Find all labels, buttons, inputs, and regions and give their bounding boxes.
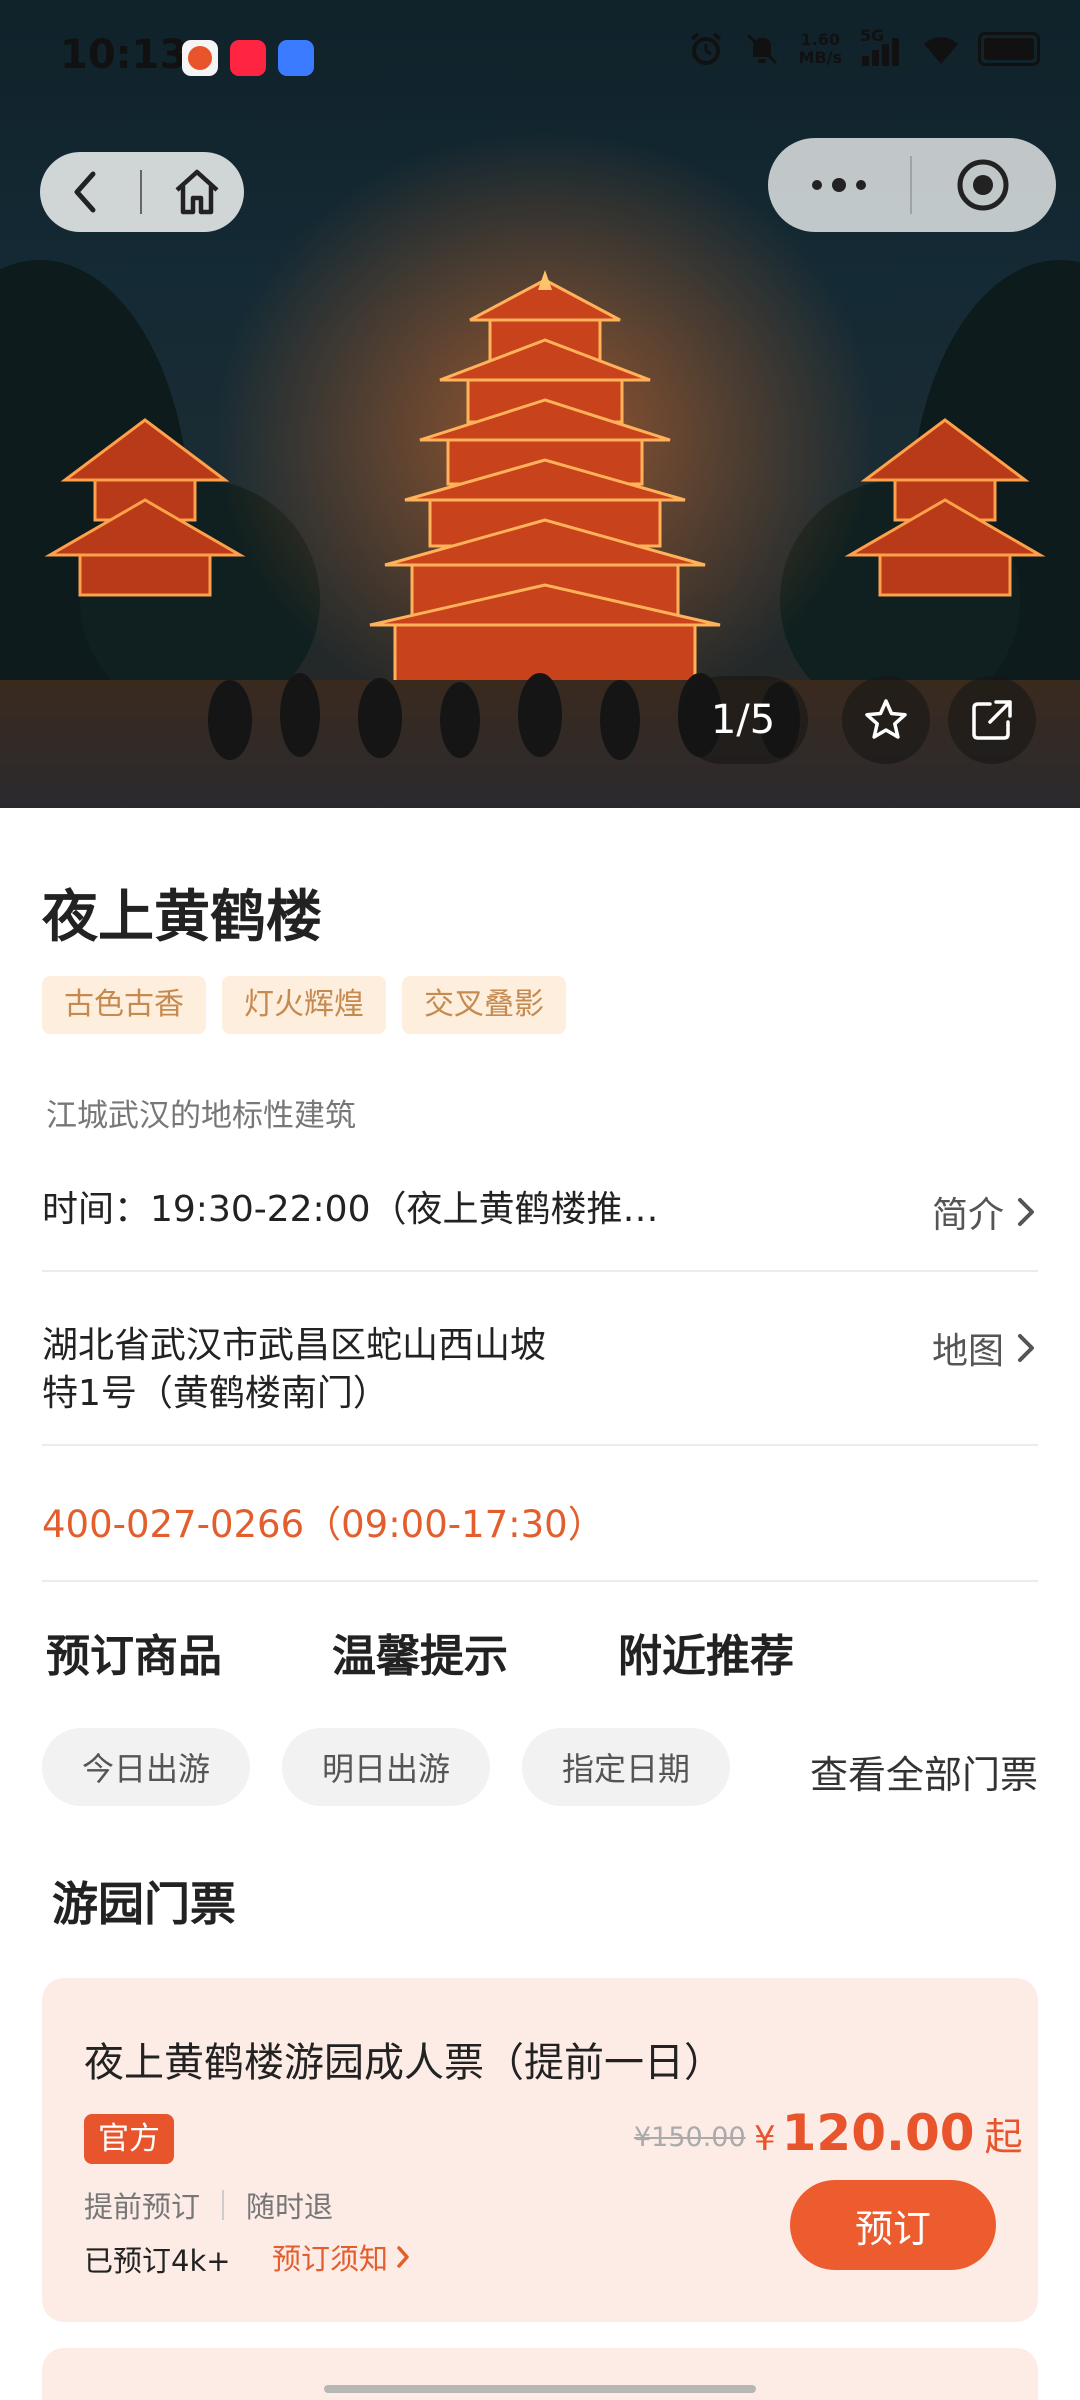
miniprogram-capsule (768, 138, 1056, 232)
home-button[interactable] (152, 152, 242, 232)
feature-refund-anytime: 随时退 (246, 2190, 334, 2224)
star-icon (865, 699, 907, 739)
home-icon (175, 169, 219, 215)
ticket-name: 夜上黄鹤楼游园成人票（提前一日） (84, 2040, 724, 2086)
image-counter: 1/5 (678, 676, 808, 764)
map-link-label: 地图 (931, 1331, 1004, 1372)
current-price: ¥ 120.00 起 (754, 2104, 1023, 2162)
tab-tips[interactable]: 温馨提示 (332, 1620, 508, 1684)
feature-advance-booking: 提前预订 (84, 2190, 201, 2224)
chevron-right-icon (1018, 1334, 1034, 1362)
yellow-crane-tower-night-photo (0, 130, 1080, 808)
book-button[interactable]: 预订 (790, 2180, 996, 2270)
currency-symbol: ¥ (754, 2119, 776, 2159)
booking-notice-link[interactable]: 预订须知 (272, 2236, 412, 2278)
more-menu-button[interactable] (768, 138, 910, 232)
original-price: ¥150.00 (634, 2122, 746, 2153)
app-notification-icon (182, 40, 218, 76)
opening-time: 时间：19:30-22:00（夜上黄鹤楼推… (42, 1189, 659, 1230)
time-row[interactable]: 时间：19:30-22:00（夜上黄鹤楼推… 简介 (42, 1186, 1038, 1236)
tag: 交叉叠影 (402, 976, 566, 1034)
price-value: 120.00 (781, 2104, 975, 2162)
intro-link[interactable]: 简介 (932, 1186, 1038, 1238)
wifi-icon (924, 37, 958, 64)
chevron-left-icon (74, 171, 96, 213)
mute-bell-icon (746, 33, 777, 65)
share-button[interactable] (948, 676, 1036, 764)
more-dots-icon (812, 178, 866, 192)
close-miniprogram-button[interactable] (912, 138, 1054, 232)
battery-icon (978, 32, 1040, 66)
divider (42, 1444, 1038, 1446)
tab-nearby[interactable]: 附近推荐 (618, 1620, 794, 1684)
nav-divider (140, 170, 142, 214)
section-tabs: 预订商品 温馨提示 附近推荐 (46, 1620, 904, 1684)
divider (42, 1580, 1038, 1582)
share-icon (972, 700, 1012, 740)
attraction-title: 夜上黄鹤楼 (42, 885, 322, 950)
address-line-1: 湖北省武汉市武昌区蛇山西山坡 (42, 1325, 547, 1366)
tag: 灯火辉煌 (222, 976, 386, 1034)
divider (42, 1270, 1038, 1272)
chip-today[interactable]: 今日出游 (42, 1728, 250, 1806)
address-row[interactable]: 湖北省武汉市武昌区蛇山西山坡 特1号（黄鹤楼南门） 地图 (42, 1322, 1038, 1418)
ticket-features: 提前预订 随时退 (84, 2184, 333, 2226)
signal-label: 5G (860, 26, 885, 45)
chevron-right-icon (397, 2246, 409, 2268)
tag: 古色古香 (42, 976, 206, 1034)
map-link[interactable]: 地图 (932, 1322, 1038, 1374)
home-indicator[interactable] (324, 2385, 756, 2393)
booking-notice-label: 预订须知 (272, 2242, 389, 2276)
back-button[interactable] (40, 152, 130, 232)
target-circle-icon (957, 159, 1009, 211)
status-time: 10:13 (60, 32, 188, 78)
nav-capsule (40, 152, 244, 232)
price-suffix: 起 (984, 2115, 1023, 2159)
net-speed-value: 1.60 (800, 30, 840, 49)
ticket-section-title: 游园门票 (52, 1877, 236, 1931)
xiaohongshu-notification-icon (230, 40, 266, 76)
signal-icon: 5G (860, 26, 904, 68)
favorite-button[interactable] (842, 676, 930, 764)
chevron-right-icon (1018, 1198, 1034, 1226)
phone-link[interactable]: 400-027-0266（09:00-17:30） (42, 1494, 605, 1548)
address-line-2: 特1号（黄鹤楼南门） (42, 1373, 389, 1414)
sold-count: 已预订4k+ (84, 2244, 231, 2278)
hero-image[interactable]: 10:13 1.60 MB/s 5G 1/5 (0, 0, 1080, 808)
ticket-card[interactable]: 夜上黄鹤楼游园成人票（提前一日） 官方 ¥150.00 ¥ 120.00 起 提… (42, 1978, 1038, 2322)
intro-link-label: 简介 (931, 1195, 1004, 1236)
chip-tomorrow[interactable]: 明日出游 (282, 1728, 490, 1806)
status-bar: 10:13 1.60 MB/s 5G (0, 0, 1080, 110)
net-speed-unit: MB/s (798, 48, 842, 67)
date-filter: 今日出游 明日出游 指定日期 (42, 1728, 730, 1806)
tag-list: 古色古香 灯火辉煌 交叉叠影 (42, 976, 566, 1034)
status-icons: 1.60 MB/s 5G (687, 26, 1040, 68)
tab-booking-products[interactable]: 预订商品 (46, 1620, 222, 1684)
attraction-subtitle: 江城武汉的地标性建筑 (46, 1098, 356, 1134)
net-speed: 1.60 MB/s (799, 31, 842, 67)
alarm-icon (690, 32, 721, 65)
browser-notification-icon (278, 40, 314, 76)
chip-pick-date[interactable]: 指定日期 (522, 1728, 730, 1806)
feature-separator (222, 2190, 225, 2220)
view-all-tickets-link[interactable]: 查看全部门票 (810, 1744, 1038, 1799)
official-badge: 官方 (84, 2114, 174, 2164)
